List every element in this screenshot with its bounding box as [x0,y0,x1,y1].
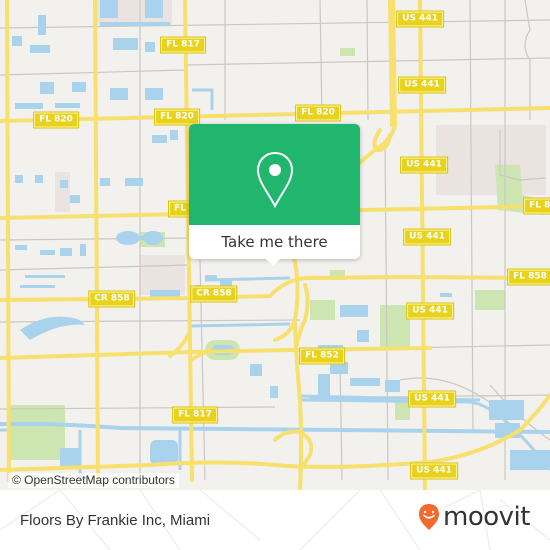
map-attribution[interactable]: © OpenStreetMap contributors [8,473,179,488]
road-shield: FL 820 [33,111,79,129]
take-me-there-button[interactable]: Take me there [189,225,360,259]
road-shield: FL 852 [299,347,345,365]
map-pin-icon [256,151,294,209]
road-shield: CR 858 [190,285,238,303]
road-shield: FL 858 [507,268,550,286]
road-shield: US 441 [403,228,451,246]
road-shield: FL 820 [154,108,200,126]
moovit-smile-pin-icon [419,504,439,530]
footer-bar: Floors By Frankie Inc, Miami moovit [0,490,550,550]
road-shield: FL [168,200,192,218]
place-name: Floors By Frankie Inc, Miami [20,512,211,529]
popup-header [189,124,360,225]
road-shield: US 441 [410,462,458,480]
moovit-logo[interactable]: moovit [418,502,530,532]
road-shield: FL 817 [172,406,218,424]
road-shield: FL 820 [523,197,550,215]
road-shield: US 441 [406,302,454,320]
road-shield: FL 817 [160,36,206,54]
road-shield: US 441 [396,10,444,28]
location-popup[interactable]: Take me there [189,124,360,266]
map-view[interactable]: FL 817 US 441 US 441 FL 820 FL 820 FL 82… [0,0,550,490]
road-shield: US 441 [398,76,446,94]
road-shield: US 441 [400,156,448,174]
road-shield: US 441 [408,390,456,408]
road-shield: FL 820 [295,104,341,122]
popup-pointer [264,257,282,266]
moovit-wordmark: moovit [443,502,530,532]
road-shield: CR 858 [88,290,136,308]
